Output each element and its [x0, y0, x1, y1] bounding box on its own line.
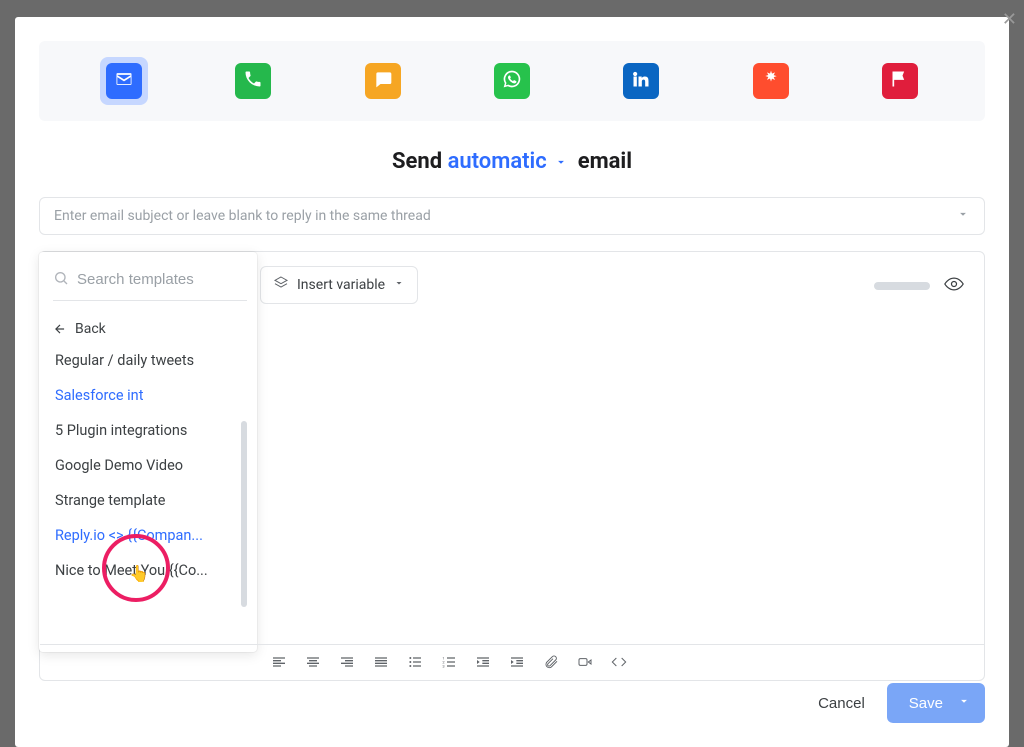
channel-call[interactable]: [229, 57, 277, 105]
chevron-down-icon: [393, 277, 405, 293]
channel-whatsapp[interactable]: [488, 57, 536, 105]
chat-icon: [373, 69, 393, 93]
back-label: Back: [75, 321, 106, 337]
save-button[interactable]: Save: [887, 683, 985, 723]
format-toolbar: 123: [40, 644, 984, 680]
numbered-list-icon[interactable]: 123: [440, 653, 458, 671]
video-icon[interactable]: [576, 653, 594, 671]
editor-area[interactable]: Insert variable: [39, 251, 985, 681]
indent-increase-icon[interactable]: [508, 653, 526, 671]
chevron-down-icon: [957, 694, 971, 712]
template-item[interactable]: Regular / daily tweets: [53, 343, 233, 378]
align-left-icon[interactable]: [270, 653, 288, 671]
channel-linkedin[interactable]: [617, 57, 665, 105]
subject-placeholder: Enter email subject or leave blank to re…: [54, 208, 431, 224]
search-icon: [53, 270, 69, 290]
linkedin-icon: [631, 69, 651, 93]
preview-icon[interactable]: [944, 274, 964, 298]
channel-zapier[interactable]: [747, 57, 795, 105]
template-item[interactable]: Nice to Meet You {{Co...: [53, 553, 233, 588]
headline-suffix: email: [578, 149, 632, 174]
align-justify-icon[interactable]: [372, 653, 390, 671]
cancel-button[interactable]: Cancel: [812, 687, 871, 720]
step-headline: Send automatic email: [39, 149, 985, 175]
insert-variable-label: Insert variable: [297, 277, 385, 293]
flag-icon: [890, 69, 910, 93]
progress-pill: [874, 282, 930, 290]
channel-email[interactable]: [100, 57, 148, 105]
compose-step-modal: ✕: [15, 17, 1009, 747]
chevron-down-icon: [554, 150, 568, 175]
channel-sms[interactable]: [359, 57, 407, 105]
template-picker: Back Regular / daily tweets Salesforce i…: [39, 252, 257, 652]
close-icon[interactable]: ✕: [1002, 9, 1017, 30]
code-icon[interactable]: [610, 653, 628, 671]
channel-task[interactable]: [876, 57, 924, 105]
chevron-down-icon: [956, 207, 970, 225]
whatsapp-icon: [502, 69, 522, 93]
align-center-icon[interactable]: [304, 653, 322, 671]
insert-variable-button[interactable]: Insert variable: [260, 266, 418, 304]
save-label: Save: [909, 695, 943, 712]
scrollbar[interactable]: [241, 421, 247, 607]
template-item[interactable]: Strange template: [53, 483, 233, 518]
headline-prefix: Send: [392, 149, 448, 174]
subject-input[interactable]: Enter email subject or leave blank to re…: [39, 197, 985, 235]
zapier-icon: [761, 69, 781, 93]
template-item[interactable]: 5 Plugin integrations: [53, 413, 233, 448]
layers-icon: [273, 275, 289, 295]
template-item[interactable]: Salesforce int: [53, 378, 233, 413]
email-icon: [114, 69, 134, 93]
indent-decrease-icon[interactable]: [474, 653, 492, 671]
svg-text:3: 3: [442, 664, 444, 669]
bullet-list-icon[interactable]: [406, 653, 424, 671]
template-item[interactable]: Reply.io <> {{Compan...: [53, 518, 233, 553]
template-item[interactable]: Google Demo Video: [53, 448, 233, 483]
channel-selector: [39, 41, 985, 121]
template-back-button[interactable]: Back: [53, 321, 247, 337]
attachment-icon[interactable]: [542, 653, 560, 671]
align-right-icon[interactable]: [338, 653, 356, 671]
template-list: Regular / daily tweets Salesforce int 5 …: [53, 343, 247, 609]
phone-icon: [243, 69, 263, 93]
template-search-input[interactable]: [77, 271, 257, 288]
mode-dropdown[interactable]: automatic: [448, 149, 578, 174]
